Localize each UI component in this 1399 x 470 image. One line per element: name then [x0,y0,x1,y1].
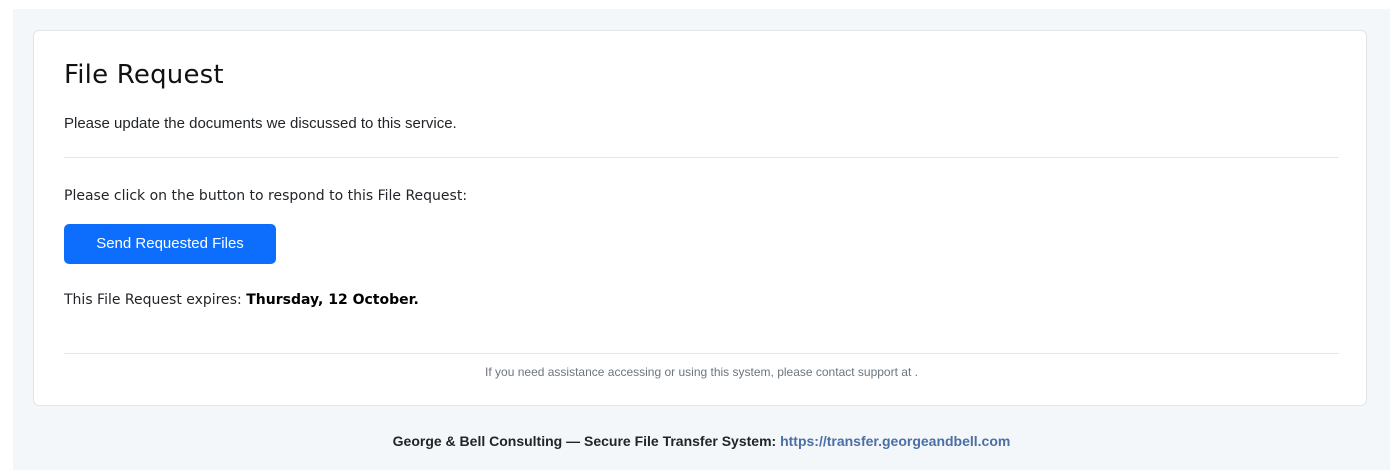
support-text: If you need assistance accessing or usin… [485,365,918,379]
footer-company-text: George & Bell Consulting — Secure File T… [392,433,781,449]
expiry-label: This File Request expires: [64,292,247,308]
divider [64,157,1339,158]
expiry-text: This File Request expires: Thursday, 12 … [64,290,419,310]
send-requested-files-button[interactable]: Send Requested Files [64,224,276,264]
divider [64,353,1339,354]
file-request-card: File Request Please update the documents… [33,30,1367,406]
page-background: File Request Please update the documents… [13,9,1390,470]
request-message: Please update the documents we discussed… [64,115,457,132]
footer: George & Bell Consulting — Secure File T… [13,432,1390,450]
instruction-text: Please click on the button to respond to… [64,188,468,204]
page-title: File Request [64,60,224,90]
footer-link[interactable]: https://transfer.georgeandbell.com [780,433,1010,449]
expiry-date: Thursday, 12 October. [246,292,419,308]
